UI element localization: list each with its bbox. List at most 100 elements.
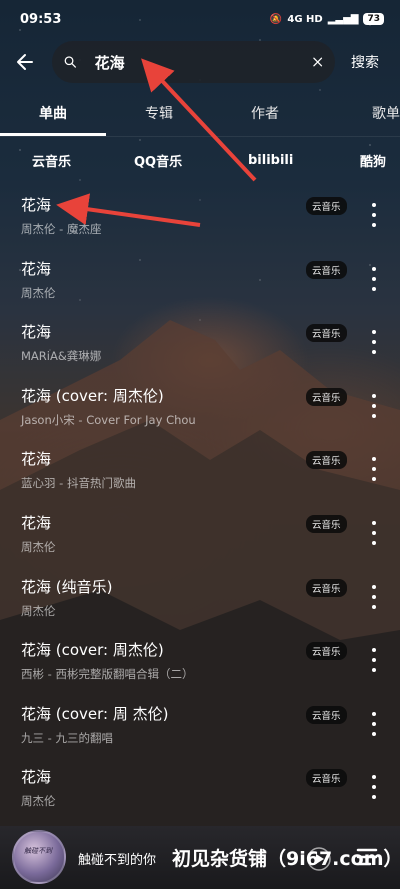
dot xyxy=(372,276,376,281)
more-options-icon[interactable] xyxy=(366,203,382,227)
song-row[interactable]: 花海 周杰伦 - 魔杰座 云音乐 xyxy=(0,183,400,247)
source-badge: 云音乐 xyxy=(306,387,347,406)
dot xyxy=(372,477,376,482)
dot xyxy=(372,721,376,726)
more-options-icon[interactable] xyxy=(366,520,382,545)
song-row[interactable]: 花海 MARiA&龚琳娜 云音乐 xyxy=(0,310,400,374)
song-title: 花海 (cover: 周 杰伦) xyxy=(21,704,169,723)
back-arrow-icon xyxy=(17,54,33,70)
source-qq-music[interactable]: QQ音乐 xyxy=(134,151,182,170)
song-row[interactable]: 花海 (cover: 周 杰伦) 九三 - 九三的翻唱 云音乐 xyxy=(0,692,400,756)
dot xyxy=(372,668,376,673)
album-art-lettering: 触碰不到 xyxy=(24,847,52,855)
song-row[interactable]: 花海 (cover: 周杰伦) Jason小宋 - Cover For Jay … xyxy=(0,374,400,438)
song-row[interactable]: 花海 周杰伦 云音乐 xyxy=(0,501,400,565)
song-row[interactable]: 花海 周杰伦 云音乐 xyxy=(0,755,400,819)
status-bar: 09:53 🔕 4G HD ▂▃▅▇ 73 xyxy=(0,0,400,38)
dot xyxy=(372,330,376,335)
tab-artists[interactable]: 作者 xyxy=(212,92,318,136)
source-badge: 云音乐 xyxy=(306,642,347,661)
dot xyxy=(372,393,376,398)
song-title: 花海 xyxy=(21,450,52,469)
dot xyxy=(372,604,376,609)
song-title: 花海 xyxy=(21,513,52,532)
source-badge: 云音乐 xyxy=(306,514,347,533)
more-options-icon[interactable] xyxy=(366,330,382,355)
signal-icon: ▂▃▅▇ xyxy=(327,13,359,25)
dot xyxy=(372,648,376,653)
album-art[interactable]: 触碰不到 xyxy=(12,830,66,884)
song-title: 花海 (纯音乐) xyxy=(21,577,113,596)
dot xyxy=(372,785,376,790)
category-tabs: 单曲 专辑 作者 歌单 xyxy=(0,92,400,136)
song-artist-album: 周杰伦 xyxy=(21,285,56,300)
source-badge: 云音乐 xyxy=(306,705,347,724)
song-title: 花海 xyxy=(21,259,52,278)
song-artist-album: 周杰伦 xyxy=(21,539,56,554)
song-title: 花海 (cover: 周杰伦) xyxy=(21,386,164,405)
source-selector: 云音乐 QQ音乐 bilibili 酷狗 xyxy=(0,142,400,178)
song-artist-album: 蓝心羽 - 抖音热门歌曲 xyxy=(21,476,136,491)
song-row[interactable]: 花海 周杰伦 云音乐 xyxy=(0,247,400,311)
mute-icon: 🔕 xyxy=(269,13,283,25)
more-options-icon[interactable] xyxy=(366,457,382,482)
source-badge: 云音乐 xyxy=(306,197,347,215)
dot xyxy=(372,403,376,408)
dot xyxy=(372,457,376,462)
more-options-icon[interactable] xyxy=(366,393,382,418)
tab-singles[interactable]: 单曲 xyxy=(0,92,106,136)
search-button[interactable]: 搜索 xyxy=(351,52,379,72)
song-title: 花海 (cover: 周杰伦) xyxy=(21,641,164,660)
more-options-icon[interactable] xyxy=(366,266,382,291)
song-row[interactable]: 花海 (纯音乐) 周杰伦 云音乐 xyxy=(0,565,400,629)
now-playing-title: 触碰不到的你 xyxy=(78,853,157,868)
tab-albums[interactable]: 专辑 xyxy=(106,92,212,136)
network-indicator: 4G HD xyxy=(287,13,323,25)
search-bar-row: 搜索 xyxy=(0,40,400,84)
dot xyxy=(372,540,376,545)
more-options-icon[interactable] xyxy=(366,775,382,800)
dot xyxy=(372,775,376,780)
dot xyxy=(372,340,376,345)
dot xyxy=(372,350,376,355)
song-title: 花海 xyxy=(21,768,52,787)
dot xyxy=(372,658,376,663)
search-input[interactable] xyxy=(94,53,312,71)
dot xyxy=(372,584,376,589)
dot xyxy=(372,530,376,535)
more-options-icon[interactable] xyxy=(366,648,382,673)
song-artist-album: 周杰伦 xyxy=(21,603,56,618)
dot xyxy=(372,467,376,472)
source-netease[interactable]: 云音乐 xyxy=(32,151,71,170)
dot xyxy=(372,594,376,599)
status-time: 09:53 xyxy=(20,11,62,27)
song-row[interactable]: 花海 (cover: 周杰伦) 西彬 - 西彬完整版翻唱合辑（二） 云音乐 xyxy=(0,628,400,692)
song-row[interactable]: 花海 蓝心羽 - 抖音热门歌曲 云音乐 xyxy=(0,437,400,501)
source-badge: 云音乐 xyxy=(306,769,347,788)
mini-player[interactable]: 触碰不到 触碰不到的你 初见杂货铺（9i67.com） xyxy=(0,826,400,889)
play-icon[interactable] xyxy=(306,846,332,872)
more-options-icon[interactable] xyxy=(366,584,382,609)
source-badge: 云音乐 xyxy=(306,451,347,470)
song-title: 花海 xyxy=(21,323,52,342)
dot xyxy=(372,266,376,271)
song-artist-album: Jason小宋 - Cover For Jay Chou xyxy=(21,412,196,427)
dot xyxy=(372,223,376,227)
source-badge: 云音乐 xyxy=(306,324,347,343)
source-kugou[interactable]: 酷狗 xyxy=(360,151,386,170)
playlist-icon[interactable] xyxy=(356,846,382,870)
dot xyxy=(372,711,376,716)
more-options-icon[interactable] xyxy=(366,711,382,736)
clear-icon[interactable] xyxy=(312,53,323,71)
dot xyxy=(372,203,376,207)
battery-level: 73 xyxy=(363,13,384,25)
source-badge: 云音乐 xyxy=(306,260,347,279)
dot xyxy=(372,213,376,217)
song-artist-album: 周杰伦 xyxy=(21,794,56,809)
dot xyxy=(372,520,376,525)
source-bilibili[interactable]: bilibili xyxy=(248,153,293,168)
tab-playlists[interactable]: 歌单 xyxy=(318,92,400,136)
back-button[interactable] xyxy=(0,40,50,84)
song-artist-album: MARiA&龚琳娜 xyxy=(21,349,102,364)
song-list: 花海 周杰伦 - 魔杰座 云音乐 花海 周杰伦 云音乐 花海 MARiA&龚琳娜… xyxy=(0,183,400,819)
